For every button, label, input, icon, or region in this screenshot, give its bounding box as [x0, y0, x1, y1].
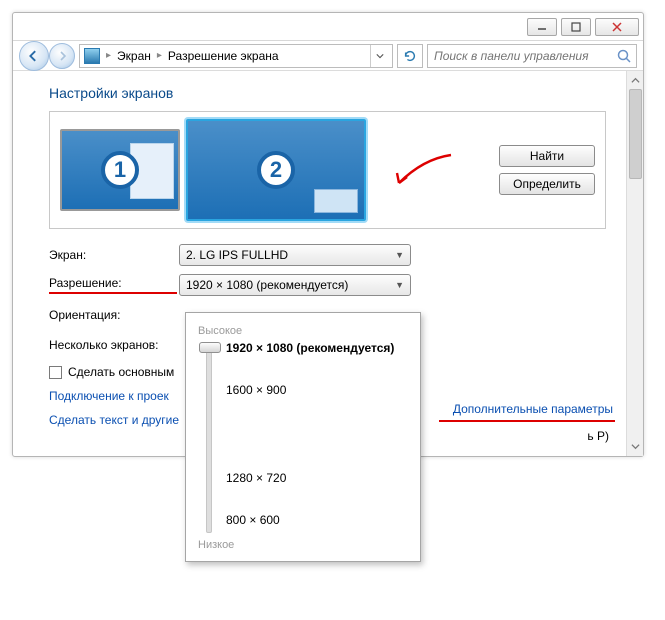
annotation-underline [439, 420, 615, 422]
monitor-2-badge: 2 [257, 151, 295, 189]
titlebar [13, 13, 643, 41]
resolution-option-3[interactable]: 800 × 600 [226, 513, 280, 527]
scroll-up-arrow[interactable] [628, 73, 643, 88]
popup-low-label: Низкое [198, 539, 408, 551]
search-input[interactable] [432, 48, 616, 64]
resolution-option-1[interactable]: 1600 × 900 [226, 383, 286, 397]
monitor-1-badge: 1 [101, 151, 139, 189]
label-resolution: Разрешение: [49, 276, 179, 294]
advanced-settings-link[interactable]: Дополнительные параметры [453, 402, 613, 416]
label-screen: Экран: [49, 248, 179, 262]
monitor-1[interactable]: 1 [60, 129, 180, 211]
page-title: Настройки экранов [49, 85, 606, 101]
resolution-slider-thumb[interactable] [199, 342, 221, 353]
breadcrumb-dropdown[interactable] [370, 45, 388, 67]
display-icon [84, 48, 100, 64]
resolution-dropdown-value: 1920 × 1080 (рекомендуется) [186, 278, 348, 292]
resolution-popup: Высокое 1920 × 1080 (рекомендуется) 1600… [185, 312, 421, 562]
monitor-2[interactable]: 2 [186, 119, 366, 221]
popup-high-label: Высокое [198, 325, 408, 337]
breadcrumb[interactable]: ▸ Экран ▸ Разрешение экрана [79, 44, 393, 68]
breadcrumb-sep: ▸ [106, 50, 111, 61]
search-icon [616, 48, 632, 64]
breadcrumb-seg-1[interactable]: Экран [117, 49, 151, 63]
search-box[interactable] [427, 44, 637, 68]
nav-back-button[interactable] [19, 41, 49, 71]
refresh-icon [403, 49, 417, 63]
label-multi-displays: Несколько экранов: [49, 338, 199, 352]
make-primary-label: Сделать основным [68, 365, 174, 379]
monitor-2-preview [314, 189, 358, 213]
find-button[interactable]: Найти [499, 145, 595, 167]
screen-dropdown-value: 2. LG IPS FULLHD [186, 248, 288, 262]
maximize-button[interactable] [561, 18, 591, 36]
label-orientation: Ориентация: [49, 308, 179, 322]
resolution-slider[interactable] [206, 343, 212, 533]
vertical-scrollbar[interactable] [626, 71, 643, 456]
chevron-down-icon: ▼ [395, 280, 404, 290]
monitor-arrangement-panel: 1 2 Найти Определить [49, 111, 606, 229]
resolution-dropdown[interactable]: 1920 × 1080 (рекомендуется) ▼ [179, 274, 411, 296]
nav-forward-button[interactable] [49, 43, 75, 69]
projector-hint-suffix: ь P) [587, 429, 609, 443]
scroll-down-arrow[interactable] [628, 439, 643, 454]
resolution-option-2[interactable]: 1280 × 720 [226, 471, 286, 485]
address-bar: ▸ Экран ▸ Разрешение экрана [13, 41, 643, 71]
text-size-link[interactable]: Сделать текст и другие [49, 413, 179, 427]
chevron-down-icon: ▼ [395, 250, 404, 260]
breadcrumb-sep: ▸ [157, 50, 162, 61]
screen-dropdown[interactable]: 2. LG IPS FULLHD ▼ [179, 244, 411, 266]
breadcrumb-seg-2[interactable]: Разрешение экрана [168, 49, 279, 63]
close-button[interactable] [595, 18, 639, 36]
resolution-option-0[interactable]: 1920 × 1080 (рекомендуется) [226, 341, 394, 355]
make-primary-checkbox[interactable] [49, 366, 62, 379]
scrollbar-thumb[interactable] [629, 89, 642, 179]
minimize-button[interactable] [527, 18, 557, 36]
projector-link[interactable]: Подключение к проек [49, 389, 169, 403]
detect-button[interactable]: Определить [499, 173, 595, 195]
refresh-button[interactable] [397, 44, 423, 68]
